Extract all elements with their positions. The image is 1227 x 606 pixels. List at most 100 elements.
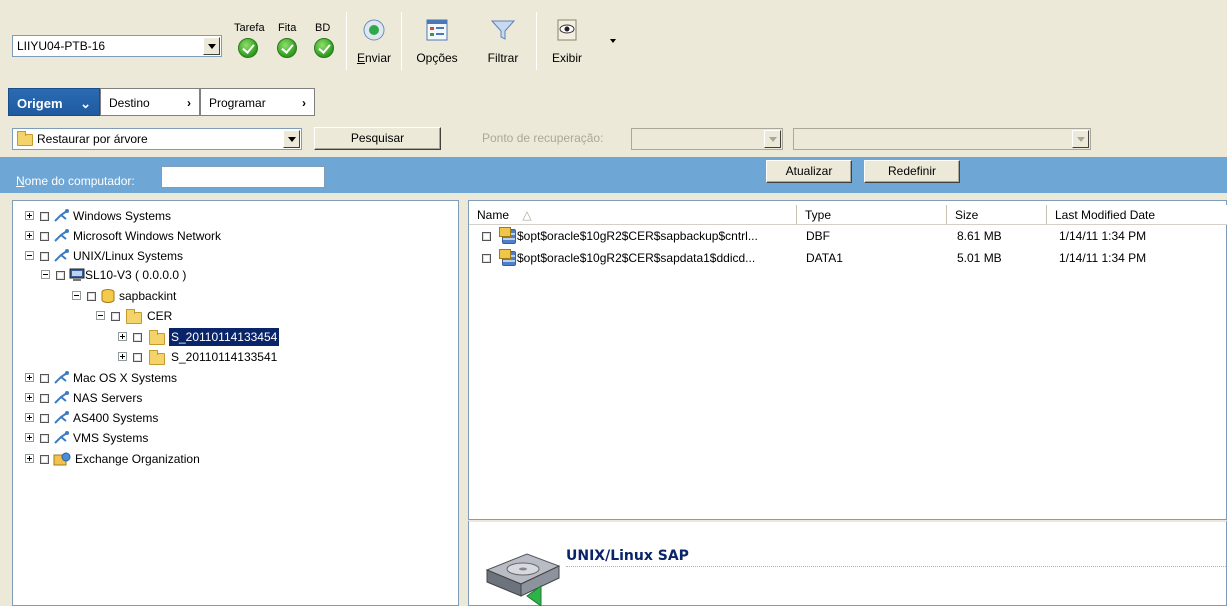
tree-item-label: Mac OS X Systems (73, 371, 178, 385)
checkbox[interactable] (40, 414, 49, 423)
folder-icon (149, 330, 165, 345)
tab-schedule-label: Programar (209, 96, 266, 110)
tab-source-label: Origem (17, 96, 63, 111)
submit-button[interactable]: Enviar (354, 18, 394, 65)
checkbox[interactable] (482, 254, 491, 263)
column-header-modified[interactable]: Last Modified Date (1047, 205, 1227, 225)
options-button-label: Opções (416, 51, 458, 65)
collapse-icon[interactable] (25, 251, 34, 260)
column-header-label: Type (805, 208, 832, 222)
checkbox[interactable] (111, 312, 120, 321)
submit-icon (363, 19, 385, 41)
collapse-icon[interactable] (41, 270, 50, 279)
view-button-label: Exibir (551, 51, 582, 65)
expand-icon[interactable] (25, 433, 34, 442)
checkbox[interactable] (40, 212, 49, 221)
reset-button[interactable]: Redefinir (864, 160, 960, 183)
search-button[interactable]: Pesquisar (314, 127, 441, 150)
tree-item-label: NAS Servers (73, 391, 143, 405)
expand-icon[interactable] (25, 413, 34, 422)
detail-title: UNIX/Linux SAP (566, 548, 689, 564)
tree-item-label: UNIX/Linux Systems (73, 249, 184, 263)
checkbox[interactable] (87, 292, 96, 301)
reset-button-label: Redefinir (887, 164, 937, 178)
computer-icon (69, 268, 85, 281)
tree-item-label: sapbackint (119, 289, 177, 303)
checkbox[interactable] (40, 232, 49, 241)
network-icon (54, 391, 69, 404)
tree-item-label: VMS Systems (73, 431, 149, 445)
file-name: $opt$oracle$10gR2$CER$sapdata1$ddicd... (517, 251, 756, 265)
folder-icon (126, 309, 142, 324)
recovery-point-session-select (793, 128, 1091, 150)
network-icon (54, 209, 69, 222)
file-name: $opt$oracle$10gR2$CER$sapbackup$cntrl... (517, 229, 758, 243)
network-icon (54, 431, 69, 444)
checkbox[interactable] (40, 394, 49, 403)
chevron-right-icon: › (302, 96, 306, 110)
tab-schedule[interactable]: Programar › (200, 88, 315, 116)
table-row[interactable]: $opt$oracle$10gR2$CER$sapdata1$ddicd... … (469, 249, 1226, 267)
folder-icon (17, 131, 33, 146)
file-size: 5.01 MB (957, 251, 1002, 265)
detail-pane: UNIX/Linux SAP (468, 520, 1227, 606)
computer-name-label: Nome do computador: (16, 174, 135, 188)
collapse-icon[interactable] (96, 311, 105, 320)
checkbox[interactable] (482, 232, 491, 241)
table-row[interactable]: $opt$oracle$10gR2$CER$sapbackup$cntrl...… (469, 227, 1226, 245)
computer-name-input[interactable] (161, 166, 325, 188)
column-header-size[interactable]: Size (947, 205, 1047, 225)
tree-item-label: S_20110114133541 (171, 350, 278, 364)
network-icon (54, 249, 69, 262)
chevron-down-icon[interactable] (283, 130, 300, 148)
tab-source[interactable]: Origem ⌄ (8, 88, 100, 116)
search-button-label: Pesquisar (350, 131, 405, 145)
restore-mode-value: Restaurar por árvore (37, 132, 148, 146)
filter-button[interactable]: Filtrar (483, 18, 523, 65)
server-select[interactable]: LIIYU04-PTB-16 (12, 35, 222, 57)
expand-icon[interactable] (118, 332, 127, 341)
expand-icon[interactable] (118, 352, 127, 361)
checkbox[interactable] (40, 252, 49, 261)
toolbar-overflow-arrow-icon[interactable] (610, 39, 616, 43)
checkbox[interactable] (133, 353, 142, 362)
checkbox[interactable] (40, 455, 49, 464)
checkbox[interactable] (133, 333, 142, 342)
tree-item-label: SL10-V3 ( 0.0.0.0 ) (85, 268, 187, 282)
detail-divider (566, 566, 1226, 567)
expand-icon[interactable] (25, 454, 34, 463)
toolbar: LIIYU04-PTB-16 Tarefa Fita BD Enviar Opç… (0, 0, 1227, 80)
checkbox[interactable] (40, 434, 49, 443)
server-select-value: LIIYU04-PTB-16 (17, 39, 106, 53)
recovery-point-label: Ponto de recuperação: (482, 131, 604, 145)
chevron-down-icon[interactable] (203, 37, 220, 55)
expand-icon[interactable] (25, 393, 34, 402)
checkbox[interactable] (56, 271, 65, 280)
file-size: 8.61 MB (957, 229, 1002, 243)
tree-item-label: AS400 Systems (73, 411, 159, 425)
checkbox[interactable] (40, 374, 49, 383)
collapse-icon[interactable] (72, 291, 81, 300)
database-icon (101, 289, 115, 303)
job-status-label: Tarefa (234, 22, 265, 34)
expand-icon[interactable] (25, 373, 34, 382)
expand-icon[interactable] (25, 211, 34, 220)
job-status-check-icon (238, 38, 258, 58)
tab-destination[interactable]: Destino › (100, 88, 200, 116)
expand-icon[interactable] (25, 231, 34, 240)
file-modified-date: 1/14/11 1:34 PM (1059, 251, 1147, 265)
tab-destination-label: Destino (109, 96, 150, 110)
source-tree[interactable]: Windows Systems Microsoft Windows Networ… (12, 200, 459, 606)
toolbar-separator (536, 12, 537, 70)
options-button[interactable]: Opções (413, 18, 461, 65)
chevron-down-icon: ⌄ (80, 96, 91, 111)
column-header-type[interactable]: Type (797, 205, 947, 225)
file-type: DBF (806, 229, 830, 243)
refresh-button[interactable]: Atualizar (766, 160, 852, 183)
refresh-button-label: Atualizar (785, 164, 833, 178)
file-modified-date: 1/14/11 1:34 PM (1059, 229, 1147, 243)
restore-mode-select[interactable]: Restaurar por árvore (12, 128, 302, 150)
view-button[interactable]: Exibir (547, 18, 587, 65)
file-list[interactable]: Name △ Type Size Last Modified Date $opt… (468, 200, 1227, 520)
column-header-name[interactable]: Name △ (469, 205, 797, 225)
